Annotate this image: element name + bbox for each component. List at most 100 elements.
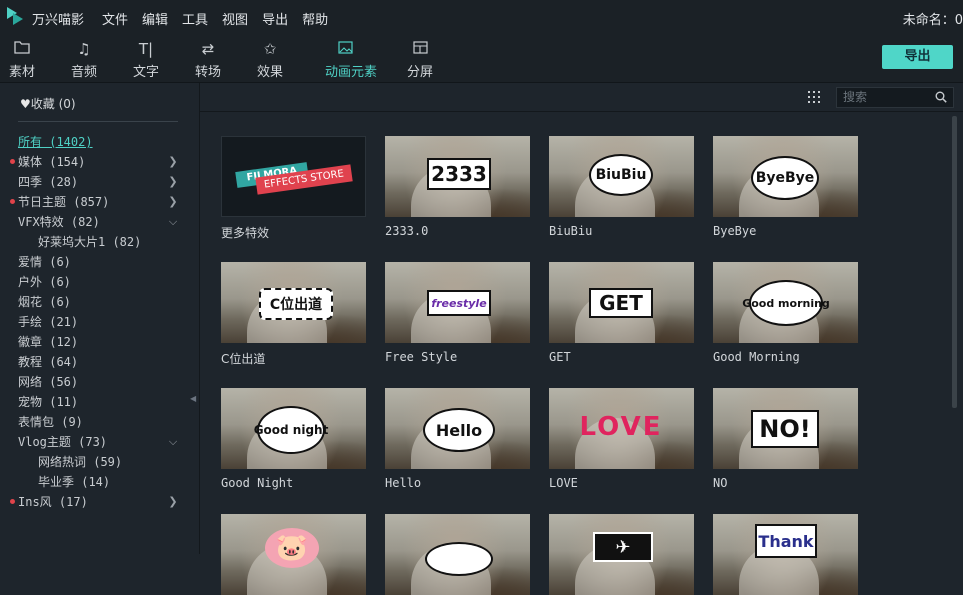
tile-label: Good Night [221, 476, 294, 490]
menu-edit[interactable]: 编辑 [142, 9, 168, 28]
menu-export[interactable]: 导出 [262, 9, 288, 28]
category-hand-drawn[interactable]: 手绘 (21) [18, 313, 78, 331]
element-thumbnail: Thank [713, 514, 858, 595]
tab-split-screen[interactable]: 分屏 [400, 40, 440, 80]
tab-transition[interactable]: ⇄ 转场 [188, 40, 228, 80]
category-buzzwords[interactable]: 网络热词 (59) [38, 453, 122, 471]
sticker-text: Hello [423, 408, 495, 452]
tab-media[interactable]: 素材 [2, 40, 42, 80]
tile-label: Free Style [385, 350, 458, 364]
element-thumbnail: GET [549, 262, 694, 343]
new-badge-dot [10, 199, 15, 204]
category-seasons[interactable]: 四季 (28) [18, 173, 78, 191]
grid-scrollbar[interactable] [952, 116, 957, 408]
element-thumbnail: NO! [713, 388, 858, 469]
media-toolbar: 素材 ♫ 音频 T| 文字 ⇄ 转场 ✩ 效果 动画元素 分屏 [0, 34, 963, 89]
chevron-down-icon[interactable]: ⌵ [168, 435, 178, 449]
element-thumbnail: 2333 [385, 136, 530, 217]
new-badge-dot [10, 499, 15, 504]
tab-audio[interactable]: ♫ 音频 [64, 40, 104, 80]
tile-label: ByeBye [713, 224, 757, 238]
category-network[interactable]: 网络 (56) [18, 373, 78, 391]
category-ins-style[interactable]: Ins风 (17) [18, 493, 88, 511]
plane-sticker-icon: ✈ [593, 532, 653, 562]
export-button[interactable]: 导出 [882, 45, 953, 69]
element-thumbnail [385, 514, 530, 595]
chevron-right-icon[interactable]: ❯ [168, 195, 178, 209]
category-badges[interactable]: 徽章 (12) [18, 333, 78, 351]
category-holidays[interactable]: 节日主题 (857) [18, 193, 109, 211]
category-graduation[interactable]: 毕业季 (14) [38, 473, 110, 491]
document-title: 未命名：0 [902, 13, 963, 28]
category-sidebar: ♥收藏 (0) 所有 (1402) 媒体 (154) ❯ 四季 (28) ❯ 节… [0, 83, 200, 554]
divider [18, 121, 178, 122]
title-bar: 万兴喵影 文件 编辑 工具 视图 导出 帮助 未命名：0 [0, 0, 963, 34]
tile-label: C位出道 [221, 352, 266, 366]
menu-tools[interactable]: 工具 [182, 9, 208, 28]
element-thumbnail: freestyle [385, 262, 530, 343]
sticker-text: Thank [755, 524, 817, 558]
sticker-text: 2333 [427, 158, 491, 190]
chevron-right-icon[interactable]: ❯ [168, 155, 178, 169]
element-thumbnail: ByeBye [713, 136, 858, 217]
menu-file[interactable]: 文件 [102, 9, 128, 28]
category-all[interactable]: 所有 (1402) [18, 133, 93, 151]
tile-label: GET [549, 350, 571, 364]
favorites-label: 收藏 (0) [30, 97, 76, 111]
sticker-text: LOVE [579, 412, 663, 442]
category-love[interactable]: 爱情 (6) [18, 253, 71, 271]
chevron-down-icon[interactable]: ⌵ [168, 215, 178, 229]
new-badge-dot [10, 159, 15, 164]
collapse-sidebar-handle[interactable]: ◀ [190, 394, 196, 403]
category-pets[interactable]: 宠物 (11) [18, 393, 78, 411]
tab-text[interactable]: T| 文字 [126, 40, 166, 80]
menu-help[interactable]: 帮助 [302, 9, 328, 28]
category-emoji[interactable]: 表情包 (9) [18, 413, 83, 431]
search-box [836, 87, 954, 108]
sticker-text: freestyle [427, 290, 491, 316]
split-screen-icon [400, 40, 440, 58]
image-icon [325, 40, 365, 58]
music-note-icon: ♫ [77, 40, 91, 58]
category-media[interactable]: 媒体 (154) [18, 153, 85, 171]
search-icon[interactable] [935, 91, 947, 103]
tab-elements[interactable]: 动画元素 [320, 40, 378, 89]
menu-view[interactable]: 视图 [222, 9, 248, 28]
category-fireworks[interactable]: 烟花 (6) [18, 293, 71, 311]
menu-bar: 文件 编辑 工具 视图 导出 帮助 [102, 9, 342, 28]
app-logo-icon [7, 7, 23, 25]
element-thumbnail: C位出道 [221, 262, 366, 343]
effects-icon: ✩ [263, 40, 277, 58]
tab-elements-label: 动画元素 [325, 65, 378, 80]
element-thumbnail: 🐷 [221, 514, 366, 595]
tile-label: LOVE [549, 476, 578, 490]
category-hollywood[interactable]: 好莱坞大片1 (82) [38, 233, 141, 251]
category-outdoor[interactable]: 户外 (6) [18, 273, 71, 291]
favorites-item[interactable]: ♥收藏 (0) [20, 95, 76, 112]
tile-label: Good Morning [713, 350, 800, 364]
category-vlog[interactable]: Vlog主题 (73) [18, 433, 107, 451]
tile-label: BiuBiu [549, 224, 593, 238]
element-thumbnail: ✈ [549, 514, 694, 595]
sticker-text: Good night [254, 406, 328, 454]
tab-effects[interactable]: ✩ 效果 [250, 40, 290, 80]
chevron-right-icon[interactable]: ❯ [168, 175, 178, 189]
category-vfx[interactable]: VFX特效 (82) [18, 213, 100, 231]
grid-view-icon[interactable] [808, 91, 820, 103]
sticker-text: Good morning [742, 280, 830, 326]
app-name: 万兴喵影 [32, 13, 85, 28]
folder-icon [2, 40, 42, 58]
category-tutorials[interactable]: 教程 (64) [18, 353, 78, 371]
sticker-text: ByeBye [751, 156, 819, 200]
tab-audio-label: 音频 [70, 65, 97, 80]
transition-icon: ⇄ [201, 40, 215, 58]
search-input[interactable] [843, 89, 927, 105]
sticker-text: BiuBiu [589, 154, 653, 196]
element-thumbnail: Good morning [713, 262, 858, 343]
chevron-right-icon[interactable]: ❯ [168, 495, 178, 509]
tab-effects-label: 效果 [256, 65, 283, 80]
tile-label: 2333.0 [385, 224, 429, 238]
tab-media-label: 素材 [8, 65, 35, 80]
tab-split-screen-label: 分屏 [406, 65, 433, 80]
tile-label: Hello [385, 476, 422, 490]
